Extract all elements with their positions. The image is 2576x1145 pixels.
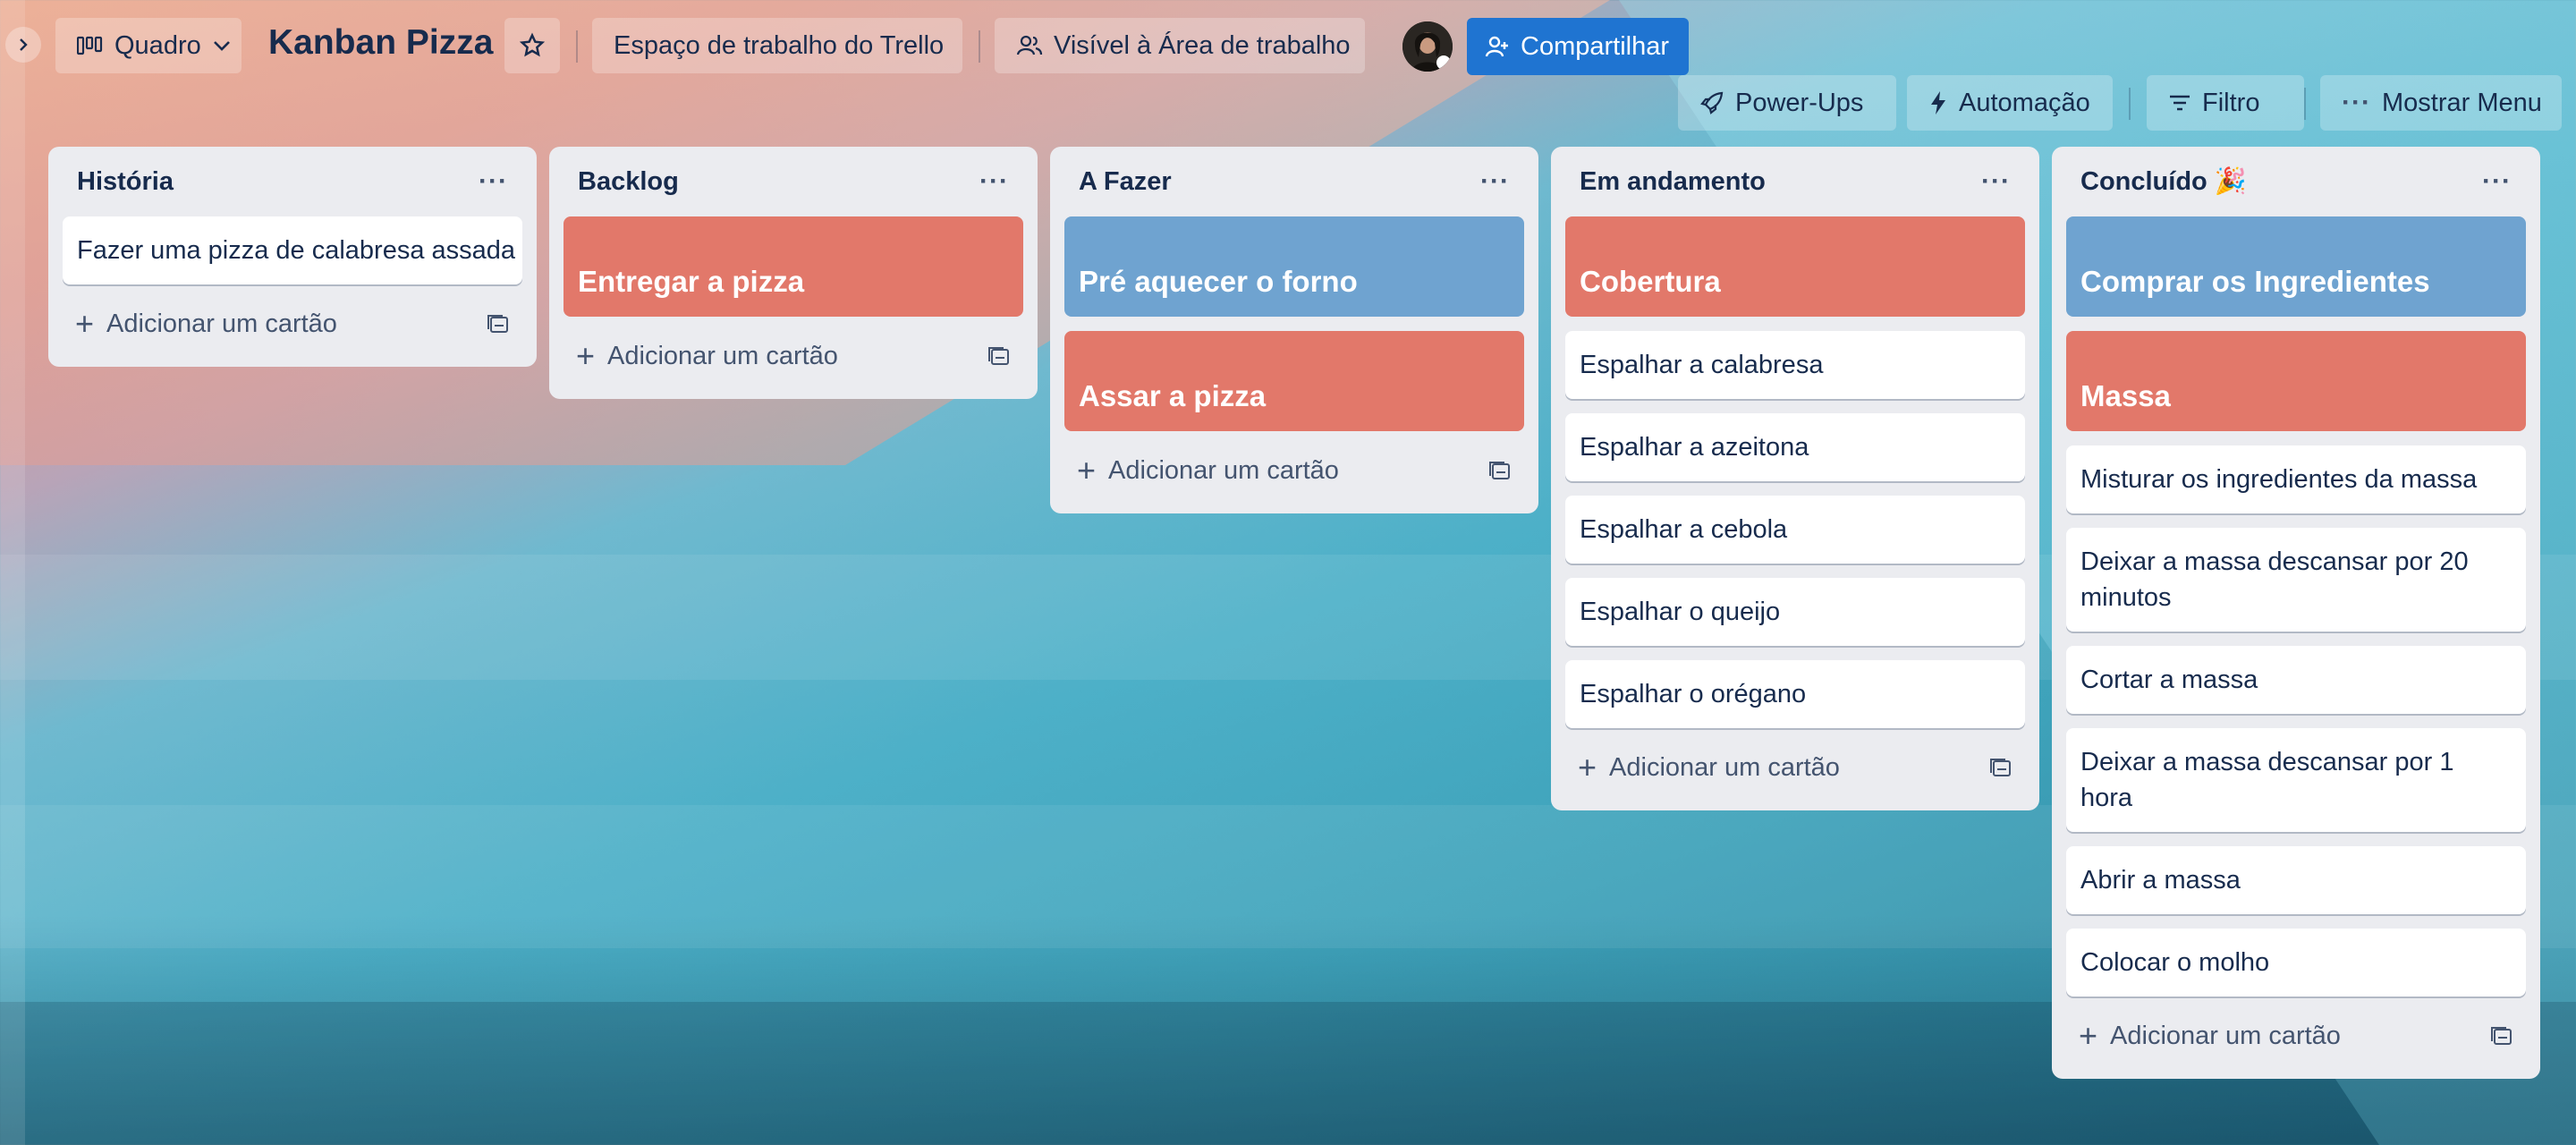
card[interactable]: Deixar a massa descansar por 20 minutos — [2066, 528, 2526, 632]
cover-card[interactable]: Comprar os Ingredientes — [2066, 216, 2526, 317]
people-icon — [1016, 35, 1043, 55]
automation-label: Automação — [1959, 88, 2090, 117]
share-label: Compartilhar — [1521, 31, 1669, 61]
cover-card[interactable]: Entregar a pizza — [564, 216, 1023, 317]
chevron-right-icon — [20, 38, 28, 51]
show-menu-button[interactable]: ··· Mostrar Menu — [2320, 75, 2562, 131]
plus-icon: + — [2079, 1017, 2098, 1054]
template-icon[interactable] — [1488, 460, 1512, 481]
visibility-button[interactable]: Visível à Área de trabalho — [995, 18, 1365, 73]
card[interactable]: Espalhar o orégano — [1565, 660, 2025, 728]
visibility-label: Visível à Área de trabalho — [1054, 30, 1351, 60]
add-card-label: Adicionar um cartão — [106, 309, 337, 338]
list-header: A Fazer ··· — [1064, 147, 1524, 216]
list-title[interactable]: Em andamento — [1580, 167, 1766, 197]
workspace-label: Espaço de trabalho do Trello — [614, 30, 945, 60]
divider — [2129, 88, 2131, 120]
list-title[interactable]: Backlog — [578, 167, 679, 197]
divider — [979, 30, 980, 63]
cover-card[interactable]: Assar a pizza — [1064, 331, 1524, 431]
plus-icon: + — [75, 305, 95, 342]
sidebar-strip — [0, 0, 25, 1145]
list-em-andamento: Em andamento ··· Cobertura Espalhar a ca… — [1551, 147, 2039, 810]
list-header: Backlog ··· — [564, 147, 1023, 216]
powerups-button[interactable]: Power-Ups — [1678, 75, 1896, 131]
powerups-label: Power-Ups — [1735, 88, 1864, 117]
list-menu-icon[interactable]: ··· — [1981, 166, 2011, 197]
add-card-button[interactable]: + Adicionar um cartão — [564, 327, 1023, 385]
plus-icon: + — [576, 337, 596, 374]
rocket-icon — [1700, 91, 1724, 114]
list-header: Concluído 🎉 ··· — [2066, 147, 2526, 216]
view-label: Quadro — [114, 30, 201, 60]
add-card-label: Adicionar um cartão — [1108, 455, 1339, 485]
add-card-label: Adicionar um cartão — [2110, 1021, 2341, 1050]
divider — [2304, 88, 2306, 120]
avatar[interactable] — [1402, 21, 1453, 72]
list-concluido: Concluído 🎉 ··· Comprar os Ingredientes … — [2052, 147, 2540, 1079]
list-historia: História ··· Fazer uma pizza de calabres… — [48, 147, 537, 367]
view-switcher-button[interactable]: Quadro — [55, 18, 242, 73]
card[interactable]: Abrir a massa — [2066, 846, 2526, 914]
expand-sidebar-button[interactable] — [5, 27, 41, 63]
star-icon — [519, 32, 546, 57]
star-button[interactable] — [504, 18, 560, 73]
filter-button[interactable]: Filtro — [2147, 75, 2304, 131]
chevron-down-icon — [213, 41, 230, 51]
add-card-button[interactable]: + Adicionar um cartão — [63, 295, 522, 352]
add-card-button[interactable]: + Adicionar um cartão — [1064, 442, 1524, 499]
add-card-button[interactable]: + Adicionar um cartão — [1565, 739, 2025, 796]
lightning-icon — [1931, 91, 1945, 114]
cover-card[interactable]: Pré aquecer o forno — [1064, 216, 1524, 317]
more-icon: ··· — [2342, 88, 2371, 117]
list-menu-icon[interactable]: ··· — [979, 166, 1009, 197]
card[interactable]: Cortar a massa — [2066, 646, 2526, 714]
list-title[interactable]: História — [77, 167, 174, 197]
plus-icon: + — [1077, 452, 1097, 488]
filter-label: Filtro — [2202, 88, 2260, 117]
template-icon[interactable] — [2490, 1025, 2513, 1047]
card[interactable]: Colocar o molho — [2066, 929, 2526, 997]
share-button[interactable]: Compartilhar — [1467, 18, 1689, 75]
cover-card[interactable]: Massa — [2066, 331, 2526, 431]
filter-icon — [2170, 95, 2190, 111]
card[interactable]: Misturar os ingredientes da massa — [2066, 445, 2526, 513]
template-icon[interactable] — [487, 313, 510, 335]
card[interactable]: Espalhar a azeitona — [1565, 413, 2025, 481]
card[interactable]: Espalhar a cebola — [1565, 496, 2025, 564]
list-title[interactable]: A Fazer — [1079, 167, 1172, 197]
board-icon — [77, 36, 103, 55]
avatar-image — [1402, 21, 1453, 72]
plus-icon: + — [1578, 749, 1597, 785]
list-header: História ··· — [63, 147, 522, 216]
card[interactable]: Espalhar a calabresa — [1565, 331, 2025, 399]
list-a-fazer: A Fazer ··· Pré aquecer o forno Assar a … — [1050, 147, 1538, 513]
card[interactable]: Deixar a massa descansar por 1 hora — [2066, 728, 2526, 832]
menu-label: Mostrar Menu — [2381, 88, 2542, 117]
list-menu-icon[interactable]: ··· — [1480, 166, 1510, 197]
add-card-label: Adicionar um cartão — [1609, 752, 1840, 782]
cover-card[interactable]: Cobertura — [1565, 216, 2025, 317]
template-icon[interactable] — [1989, 757, 2012, 778]
card[interactable]: Fazer uma pizza de calabresa assada — [63, 216, 522, 284]
list-title[interactable]: Concluído 🎉 — [2080, 166, 2247, 197]
list-backlog: Backlog ··· Entregar a pizza + Adicionar … — [549, 147, 1038, 399]
workspace-button[interactable]: Espaço de trabalho do Trello — [592, 18, 962, 73]
add-user-icon — [1485, 36, 1508, 57]
list-menu-icon[interactable]: ··· — [479, 166, 508, 197]
add-card-label: Adicionar um cartão — [607, 341, 838, 370]
list-menu-icon[interactable]: ··· — [2482, 166, 2512, 197]
board-title[interactable]: Kanban Pizza — [268, 23, 493, 63]
divider — [576, 30, 578, 63]
automation-button[interactable]: Automação — [1907, 75, 2113, 131]
template-icon[interactable] — [987, 345, 1011, 367]
list-header: Em andamento ··· — [1565, 147, 2025, 216]
add-card-button[interactable]: + Adicionar um cartão — [2066, 1007, 2526, 1064]
card[interactable]: Espalhar o queijo — [1565, 578, 2025, 646]
